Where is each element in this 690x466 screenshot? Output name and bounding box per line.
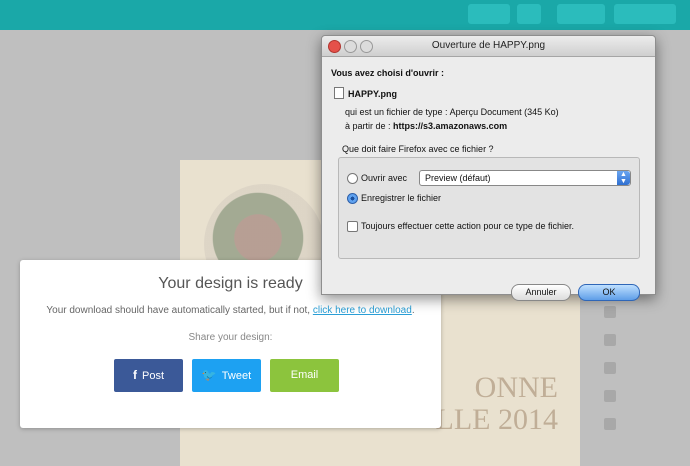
minimize-window-icon[interactable] xyxy=(344,40,357,53)
facebook-post-button[interactable]: f Post xyxy=(114,359,183,392)
ok-button[interactable]: OK xyxy=(578,284,640,301)
design-decorative-text: ONNE LLE 2014 xyxy=(435,371,558,436)
dialog-heading: Vous avez choisi d'ouvrir : xyxy=(331,68,445,78)
always-do-this-label: Toujours effectuer cette action pour ce … xyxy=(361,221,574,231)
firefox-download-dialog: Ouverture de HAPPY.png Vous avez choisi … xyxy=(321,35,656,301)
side-toolbar xyxy=(596,290,624,460)
share-buttons: f Post 🐦 Tweet Email xyxy=(114,359,414,393)
file-type-line: qui est un fichier de type : Aperçu Docu… xyxy=(345,107,559,117)
always-do-this-checkbox[interactable] xyxy=(347,221,358,232)
file-icon xyxy=(334,87,344,99)
twitter-tweet-button[interactable]: 🐦 Tweet xyxy=(192,359,261,392)
side-tool-icon[interactable] xyxy=(604,334,616,346)
save-file-radio[interactable] xyxy=(347,193,358,204)
open-with-select[interactable]: Preview (défaut) ▲ ▼ xyxy=(419,170,631,186)
action-options: Ouvrir avec Preview (défaut) ▲ ▼ Enregist… xyxy=(338,157,640,259)
download-link[interactable]: click here to download xyxy=(313,305,412,316)
side-tool-icon[interactable] xyxy=(604,418,616,430)
topbar-button-2[interactable] xyxy=(517,4,541,24)
close-window-icon[interactable] xyxy=(328,40,341,53)
open-with-label: Ouvrir avec xyxy=(361,173,408,183)
facebook-icon: f xyxy=(132,368,137,382)
topbar-button-3[interactable] xyxy=(557,4,605,24)
file-name-row: HAPPY.png xyxy=(334,87,397,99)
select-arrows-icon: ▲ ▼ xyxy=(617,171,630,185)
share-label: Share your design: xyxy=(188,332,273,343)
dialog-titlebar: Ouverture de HAPPY.png xyxy=(322,36,655,57)
cancel-button[interactable]: Annuler xyxy=(511,284,571,301)
twitter-bird-icon: 🐦 xyxy=(201,368,217,382)
app-topbar xyxy=(0,0,690,30)
save-file-label: Enregistrer le fichier xyxy=(361,193,442,203)
topbar-button-4[interactable] xyxy=(614,4,676,24)
open-with-radio[interactable] xyxy=(347,173,358,184)
dialog-question: Que doit faire Firefox avec ce fichier ? xyxy=(342,144,494,154)
side-tool-icon[interactable] xyxy=(604,306,616,318)
email-share-button[interactable]: Email xyxy=(270,359,339,392)
side-tool-icon[interactable] xyxy=(604,362,616,374)
zoom-window-icon[interactable] xyxy=(360,40,373,53)
download-message: Your download should have automatically … xyxy=(46,305,415,316)
side-tool-icon[interactable] xyxy=(604,390,616,402)
file-source-line: à partir de : https://s3.amazonaws.com xyxy=(345,121,508,131)
topbar-button-1[interactable] xyxy=(468,4,510,24)
